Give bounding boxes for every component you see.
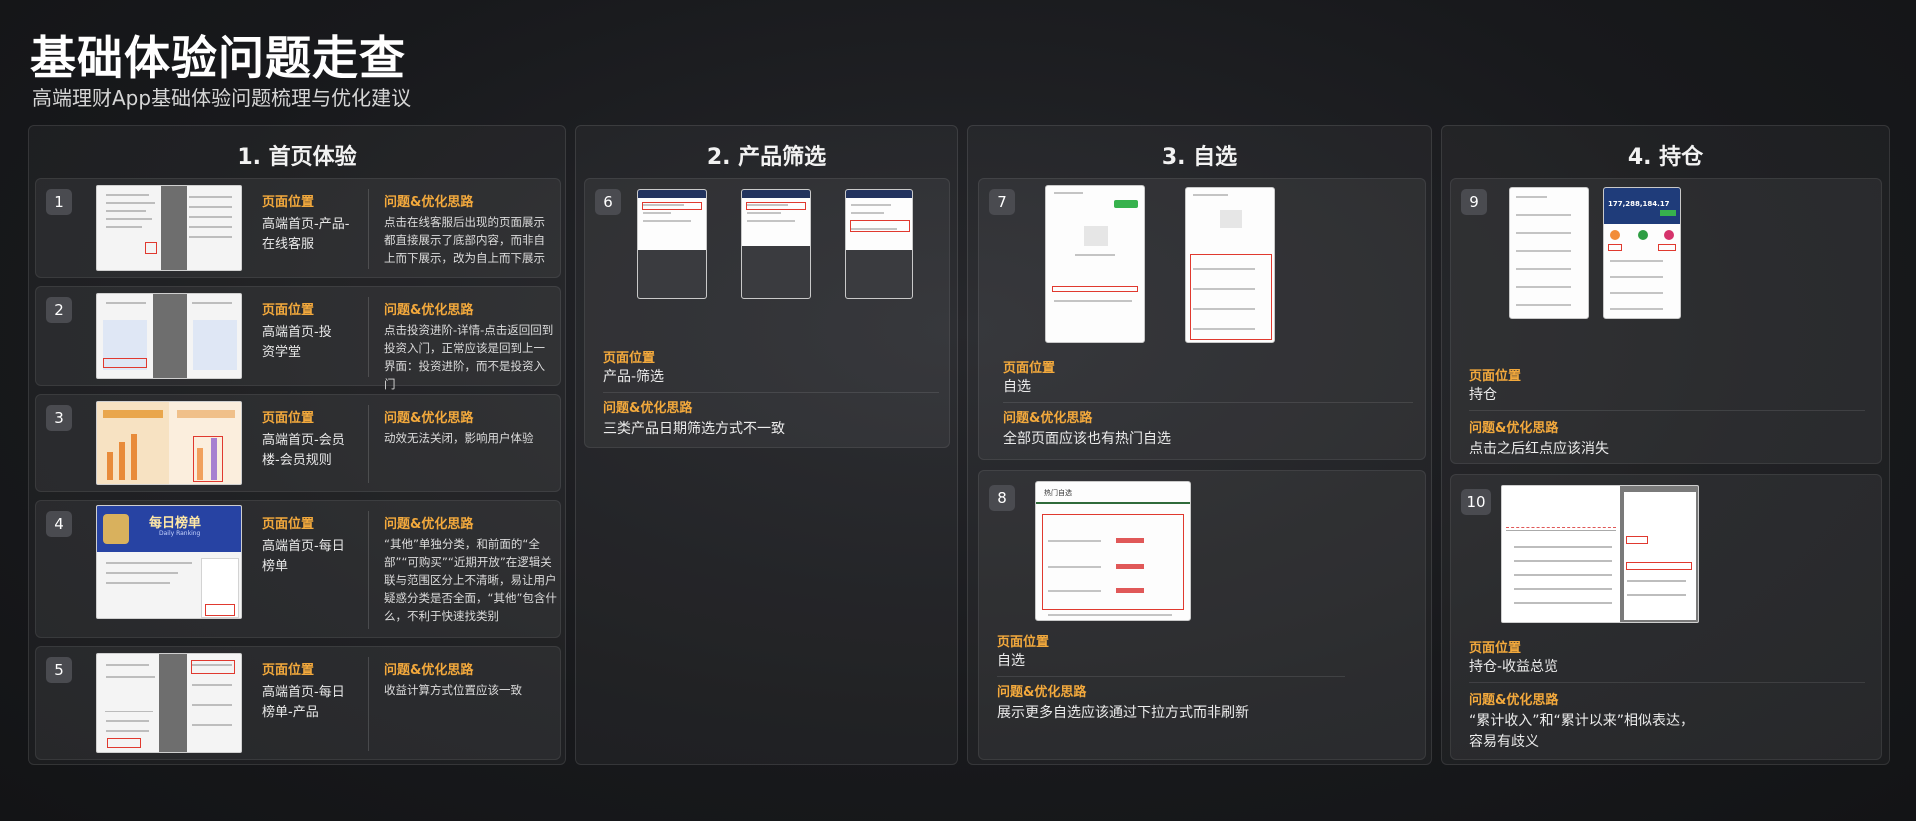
issue-text: “其他”单独分类，和前面的“全部”“可购买”“近期开放”在逻辑关联与范围区分上不… <box>384 537 557 623</box>
issue-label: 问题&优化思路 <box>384 517 474 532</box>
issue-text: 收益计算方式位置应该一致 <box>384 683 522 697</box>
location-label: 页面位置 <box>603 351 656 366</box>
screenshot-thumbnail <box>1509 187 1589 319</box>
issue-number: 3 <box>46 405 72 431</box>
divider <box>1469 410 1865 411</box>
location-value: 高端首页-每日榜单 <box>262 539 345 574</box>
location-value: 产品-筛选 <box>603 369 665 385</box>
issue-card-6[interactable]: 6 页面位置 产品-筛选 问题&优化思路 三类产品日期筛选方式不一致 <box>584 178 950 448</box>
location-value: 持仓 <box>1469 387 1497 403</box>
divider <box>368 657 369 751</box>
issue-number: 5 <box>46 657 72 683</box>
screenshot-thumbnail: 热门自选 <box>1035 481 1191 621</box>
location-label: 页面位置 <box>262 195 315 210</box>
issue-text: 点击在线客服后出现的页面展示都直接展示了底部内容，而非自上而下展示，改为自上而下… <box>384 215 545 265</box>
screenshot-thumbnail: 177,288,184.17 <box>1603 187 1681 319</box>
location-value: 高端首页-会员楼-会员规则 <box>262 433 345 468</box>
location-label: 页面位置 <box>1469 641 1522 656</box>
issue-text: 三类产品日期筛选方式不一致 <box>603 421 785 437</box>
issue-text: 动效无法关闭，影响用户体验 <box>384 431 534 445</box>
issue-card-10[interactable]: 10 页面位置 持仓-收益总览 问题&优化思路 “累计收入”和“累计以来”相似表… <box>1450 474 1882 760</box>
issue-number: 4 <box>46 511 72 537</box>
issue-card-2[interactable]: 2 页面位置 高端首页-投资学堂 问题&优化思路 点击投资进阶-详情-点击返回回… <box>35 286 561 391</box>
holding-amount: 177,288,184.17 <box>1608 200 1670 208</box>
issue-number: 7 <box>989 189 1015 215</box>
location-label: 页面位置 <box>262 303 315 318</box>
divider <box>1469 682 1865 683</box>
section-watchlist: 3. 自选 7 页面位置 自选 问题&优化思路 全部页面应该也有热门自选 8 热… <box>967 125 1432 765</box>
section-title: 3. 自选 <box>1161 145 1238 170</box>
issue-text: “累计收入”和“累计以来”相似表达，容易有歧义 <box>1469 713 1695 750</box>
location-value: 高端首页-每日榜单-产品 <box>262 685 345 720</box>
location-label: 页面位置 <box>262 663 315 678</box>
issue-card-9[interactable]: 9 177,288,184.17 页面位置 持仓 问题&优化思路 点击之后红点应… <box>1450 178 1882 464</box>
issue-label: 问题&优化思路 <box>384 303 474 318</box>
page-subtitle: 高端理财App基础体验问题梳理与优化建议 <box>32 86 412 110</box>
fav-tab-hot: 热门自选 <box>1044 489 1072 497</box>
location-value: 自选 <box>1003 379 1031 395</box>
screenshot-thumbnail <box>96 293 242 379</box>
location-label: 页面位置 <box>997 635 1050 650</box>
divider <box>603 392 939 393</box>
issue-card-1[interactable]: 1 页面位置 高端首页-产品-在线客服 问题&优化思路 点击在线客服后出现的页面… <box>35 178 561 278</box>
divider <box>368 189 369 269</box>
location-label: 页面位置 <box>1003 361 1056 376</box>
issue-label: 问题&优化思路 <box>1469 421 1559 436</box>
screenshot-thumbnail: 每日榜单 Daily Ranking <box>96 505 242 619</box>
issue-number: 8 <box>989 485 1015 511</box>
divider <box>368 511 369 629</box>
section-title: 1. 首页体验 <box>237 145 357 170</box>
location-value: 自选 <box>997 653 1025 669</box>
issue-text: 展示更多自选应该通过下拉方式而非刷新 <box>997 705 1249 721</box>
issue-label: 问题&优化思路 <box>997 685 1087 700</box>
issue-number: 10 <box>1461 489 1491 515</box>
divider <box>368 297 369 377</box>
issue-number: 2 <box>46 297 72 323</box>
location-label: 页面位置 <box>1469 369 1522 384</box>
issue-number: 9 <box>1461 189 1487 215</box>
screenshot-thumbnail <box>637 189 707 299</box>
screenshot-thumbnail <box>1185 187 1275 343</box>
divider <box>1003 402 1413 403</box>
screenshot-thumbnail <box>96 401 242 485</box>
issue-label: 问题&优化思路 <box>384 663 474 678</box>
screenshot-thumbnail <box>96 185 242 271</box>
location-value: 高端首页-产品-在线客服 <box>262 217 350 252</box>
screenshot-thumbnail <box>845 189 913 299</box>
issue-card-4[interactable]: 4 每日榜单 Daily Ranking 页面位置 高端首页-每日榜单 问题&优… <box>35 500 561 638</box>
issue-number: 1 <box>46 189 72 215</box>
issue-label: 问题&优化思路 <box>603 401 693 416</box>
page-title: 基础体验问题走查 <box>30 31 406 85</box>
screenshot-thumbnail <box>96 653 242 753</box>
ranking-banner-subtext: Daily Ranking <box>159 530 201 537</box>
issue-label: 问题&优化思路 <box>1469 693 1559 708</box>
issue-card-3[interactable]: 3 页面位置 高端首页-会员楼-会员规则 问题&优化思路 动效无法关闭，影响用户… <box>35 394 561 492</box>
divider <box>368 405 369 483</box>
issue-text: 点击之后红点应该消失 <box>1469 441 1609 457</box>
ranking-banner-text: 每日榜单 <box>149 516 202 531</box>
screenshot-thumbnail <box>741 189 811 299</box>
issue-number: 6 <box>595 189 621 215</box>
screenshot-thumbnail <box>1045 185 1145 343</box>
issue-text: 全部页面应该也有热门自选 <box>1003 431 1171 447</box>
screenshot-thumbnail <box>1501 485 1699 623</box>
issue-card-5[interactable]: 5 页面位置 高端首页-每日榜单-产品 问题&优化思路 收益计算方式位置应该一致 <box>35 646 561 760</box>
location-label: 页面位置 <box>262 411 315 426</box>
section-home-experience: 1. 首页体验 1 页面位置 高端首页-产品-在线客服 问题&优化思路 点击在线… <box>28 125 566 765</box>
section-product-filter: 2. 产品筛选 6 页面位置 产品-筛选 问题&优化思路 三类产品日期筛选方式不… <box>575 125 958 765</box>
issue-label: 问题&优化思路 <box>384 411 474 426</box>
location-value: 持仓-收益总览 <box>1469 659 1559 675</box>
issue-card-8[interactable]: 8 热门自选 页面位置 自选 问题&优化思路 展示更多自选应该通过下拉方式而非刷… <box>978 470 1426 760</box>
section-title: 2. 产品筛选 <box>706 145 827 170</box>
location-label: 页面位置 <box>262 517 315 532</box>
section-holdings: 4. 持仓 9 177,288,184.17 页面位置 持仓 问题&优化思路 点… <box>1441 125 1890 765</box>
section-title: 4. 持仓 <box>1627 145 1704 170</box>
divider <box>997 676 1345 677</box>
issue-label: 问题&优化思路 <box>384 195 474 210</box>
issue-card-7[interactable]: 7 页面位置 自选 问题&优化思路 全部页面应该也有热门自选 <box>978 178 1426 460</box>
location-value: 高端首页-投资学堂 <box>262 325 332 360</box>
issue-label: 问题&优化思路 <box>1003 411 1093 426</box>
issue-text: 点击投资进阶-详情-点击返回回到投资入门，正常应该是回到上一界面：投资进阶，而不… <box>384 323 554 391</box>
